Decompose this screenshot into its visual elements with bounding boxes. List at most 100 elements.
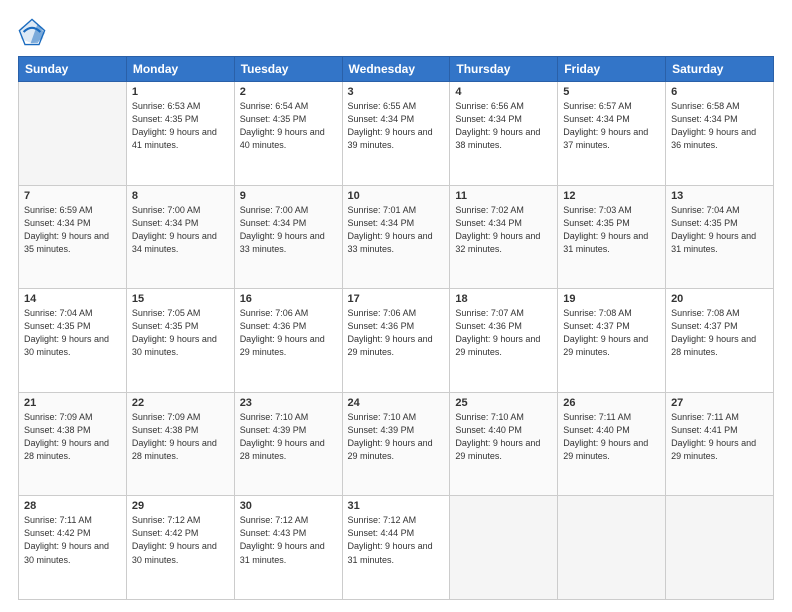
day-cell: 5Sunrise: 6:57 AMSunset: 4:34 PMDaylight… — [558, 82, 666, 186]
day-info: Sunrise: 6:58 AMSunset: 4:34 PMDaylight:… — [671, 100, 768, 152]
day-cell: 16 Sunrise: 7:06 AMSunset: 4:36 PMDayligh… — [234, 289, 342, 393]
day-number: 27 — [671, 397, 768, 409]
day-number: 25 — [455, 397, 552, 409]
day-info: Sunrise: 6:55 AMSunset: 4:34 PMDaylight:… — [348, 100, 445, 152]
day-cell — [666, 496, 774, 600]
day-number: 4 — [455, 86, 552, 98]
day-number: 31 — [348, 500, 445, 512]
day-header-wednesday: Wednesday — [342, 57, 450, 82]
day-number: 12 — [563, 190, 660, 202]
day-number: 18 — [455, 293, 552, 305]
day-header-tuesday: Tuesday — [234, 57, 342, 82]
day-header-monday: Monday — [126, 57, 234, 82]
day-info: Sunrise: 7:08 AMSunset: 4:37 PMDaylight:… — [563, 307, 660, 359]
day-cell: 11 Sunrise: 7:02 AMSunset: 4:34 PMDayligh… — [450, 185, 558, 289]
day-cell: 17Sunrise: 7:06 AMSunset: 4:36 PMDayligh… — [342, 289, 450, 393]
calendar-table: SundayMondayTuesdayWednesdayThursdayFrid… — [18, 56, 774, 600]
day-number: 13 — [671, 190, 768, 202]
day-header-sunday: Sunday — [19, 57, 127, 82]
day-info: Sunrise: 7:08 AMSunset: 4:37 PMDaylight:… — [671, 307, 768, 359]
day-cell: 31 Sunrise: 7:12 AMSunset: 4:44 PMDayligh… — [342, 496, 450, 600]
week-row-2: 14Sunrise: 7:04 AMSunset: 4:35 PMDayligh… — [19, 289, 774, 393]
day-cell: 8Sunrise: 7:00 AMSunset: 4:34 PMDaylight… — [126, 185, 234, 289]
day-info: Sunrise: 6:57 AMSunset: 4:34 PMDaylight:… — [563, 100, 660, 152]
day-cell: 3Sunrise: 6:55 AMSunset: 4:34 PMDaylight… — [342, 82, 450, 186]
day-info: Sunrise: 7:07 AMSunset: 4:36 PMDaylight:… — [455, 307, 552, 359]
day-number: 19 — [563, 293, 660, 305]
day-info: Sunrise: 7:11 AMSunset: 4:41 PMDaylight:… — [671, 411, 768, 463]
day-cell: 21 Sunrise: 7:09 AMSunset: 4:38 PMDayligh… — [19, 392, 127, 496]
day-info: Sunrise: 7:04 AMSunset: 4:35 PMDaylight:… — [671, 204, 768, 256]
day-cell: 29 Sunrise: 7:12 AMSunset: 4:42 PMDayligh… — [126, 496, 234, 600]
week-row-3: 21 Sunrise: 7:09 AMSunset: 4:38 PMDayligh… — [19, 392, 774, 496]
week-row-0: 1 Sunrise: 6:53 AMSunset: 4:35 PMDaylight… — [19, 82, 774, 186]
day-info: Sunrise: 7:09 AMSunset: 4:38 PMDaylight:… — [24, 411, 121, 463]
day-cell: 2 Sunrise: 6:54 AMSunset: 4:35 PMDaylight… — [234, 82, 342, 186]
day-info: Sunrise: 7:12 AMSunset: 4:43 PMDaylight:… — [240, 514, 337, 566]
day-info: Sunrise: 7:11 AMSunset: 4:40 PMDaylight:… — [563, 411, 660, 463]
day-number: 28 — [24, 500, 121, 512]
day-cell: 28 Sunrise: 7:11 AMSunset: 4:42 PMDayligh… — [19, 496, 127, 600]
day-info: Sunrise: 6:59 AMSunset: 4:34 PMDaylight:… — [24, 204, 121, 256]
day-number: 26 — [563, 397, 660, 409]
day-cell: 19 Sunrise: 7:08 AMSunset: 4:37 PMDayligh… — [558, 289, 666, 393]
day-info: Sunrise: 7:03 AMSunset: 4:35 PMDaylight:… — [563, 204, 660, 256]
header — [18, 18, 774, 46]
day-number: 1 — [132, 86, 229, 98]
day-cell: 26 Sunrise: 7:11 AMSunset: 4:40 PMDayligh… — [558, 392, 666, 496]
day-number: 14 — [24, 293, 121, 305]
day-cell: 24 Sunrise: 7:10 AMSunset: 4:39 PMDayligh… — [342, 392, 450, 496]
day-number: 30 — [240, 500, 337, 512]
day-info: Sunrise: 7:00 AMSunset: 4:34 PMDaylight:… — [240, 204, 337, 256]
day-info: Sunrise: 7:09 AMSunset: 4:38 PMDaylight:… — [132, 411, 229, 463]
day-cell: 14Sunrise: 7:04 AMSunset: 4:35 PMDayligh… — [19, 289, 127, 393]
logo-icon — [18, 18, 46, 46]
day-number: 24 — [348, 397, 445, 409]
day-info: Sunrise: 7:05 AMSunset: 4:35 PMDaylight:… — [132, 307, 229, 359]
day-number: 7 — [24, 190, 121, 202]
day-number: 29 — [132, 500, 229, 512]
day-cell: 27 Sunrise: 7:11 AMSunset: 4:41 PMDayligh… — [666, 392, 774, 496]
day-info: Sunrise: 6:56 AMSunset: 4:34 PMDaylight:… — [455, 100, 552, 152]
day-header-saturday: Saturday — [666, 57, 774, 82]
day-cell: 30 Sunrise: 7:12 AMSunset: 4:43 PMDayligh… — [234, 496, 342, 600]
day-cell: 10Sunrise: 7:01 AMSunset: 4:34 PMDayligh… — [342, 185, 450, 289]
day-cell: 20 Sunrise: 7:08 AMSunset: 4:37 PMDayligh… — [666, 289, 774, 393]
day-info: Sunrise: 7:12 AMSunset: 4:44 PMDaylight:… — [348, 514, 445, 566]
day-info: Sunrise: 7:11 AMSunset: 4:42 PMDaylight:… — [24, 514, 121, 566]
day-cell: 25 Sunrise: 7:10 AMSunset: 4:40 PMDayligh… — [450, 392, 558, 496]
day-cell: 23Sunrise: 7:10 AMSunset: 4:39 PMDayligh… — [234, 392, 342, 496]
day-cell: 9Sunrise: 7:00 AMSunset: 4:34 PMDaylight… — [234, 185, 342, 289]
day-number: 11 — [455, 190, 552, 202]
day-info: Sunrise: 7:10 AMSunset: 4:39 PMDaylight:… — [240, 411, 337, 463]
day-number: 8 — [132, 190, 229, 202]
day-number: 20 — [671, 293, 768, 305]
week-row-4: 28 Sunrise: 7:11 AMSunset: 4:42 PMDayligh… — [19, 496, 774, 600]
day-cell: 13 Sunrise: 7:04 AMSunset: 4:35 PMDayligh… — [666, 185, 774, 289]
day-info: Sunrise: 7:02 AMSunset: 4:34 PMDaylight:… — [455, 204, 552, 256]
day-number: 6 — [671, 86, 768, 98]
day-info: Sunrise: 7:12 AMSunset: 4:42 PMDaylight:… — [132, 514, 229, 566]
day-info: Sunrise: 7:10 AMSunset: 4:40 PMDaylight:… — [455, 411, 552, 463]
day-info: Sunrise: 6:53 AMSunset: 4:35 PMDaylight:… — [132, 100, 229, 152]
page: SundayMondayTuesdayWednesdayThursdayFrid… — [0, 0, 792, 612]
day-header-friday: Friday — [558, 57, 666, 82]
day-info: Sunrise: 7:06 AMSunset: 4:36 PMDaylight:… — [240, 307, 337, 359]
logo — [18, 18, 50, 46]
day-cell: 4 Sunrise: 6:56 AMSunset: 4:34 PMDaylight… — [450, 82, 558, 186]
day-cell: 15Sunrise: 7:05 AMSunset: 4:35 PMDayligh… — [126, 289, 234, 393]
day-cell: 12 Sunrise: 7:03 AMSunset: 4:35 PMDayligh… — [558, 185, 666, 289]
day-cell: 7 Sunrise: 6:59 AMSunset: 4:34 PMDaylight… — [19, 185, 127, 289]
day-number: 21 — [24, 397, 121, 409]
day-number: 2 — [240, 86, 337, 98]
day-cell: 1 Sunrise: 6:53 AMSunset: 4:35 PMDaylight… — [126, 82, 234, 186]
day-cell: 18 Sunrise: 7:07 AMSunset: 4:36 PMDayligh… — [450, 289, 558, 393]
day-cell — [19, 82, 127, 186]
day-cell: 22Sunrise: 7:09 AMSunset: 4:38 PMDayligh… — [126, 392, 234, 496]
day-cell: 6 Sunrise: 6:58 AMSunset: 4:34 PMDaylight… — [666, 82, 774, 186]
day-number: 10 — [348, 190, 445, 202]
day-number: 16 — [240, 293, 337, 305]
week-row-1: 7 Sunrise: 6:59 AMSunset: 4:34 PMDaylight… — [19, 185, 774, 289]
day-info: Sunrise: 7:10 AMSunset: 4:39 PMDaylight:… — [348, 411, 445, 463]
day-info: Sunrise: 6:54 AMSunset: 4:35 PMDaylight:… — [240, 100, 337, 152]
